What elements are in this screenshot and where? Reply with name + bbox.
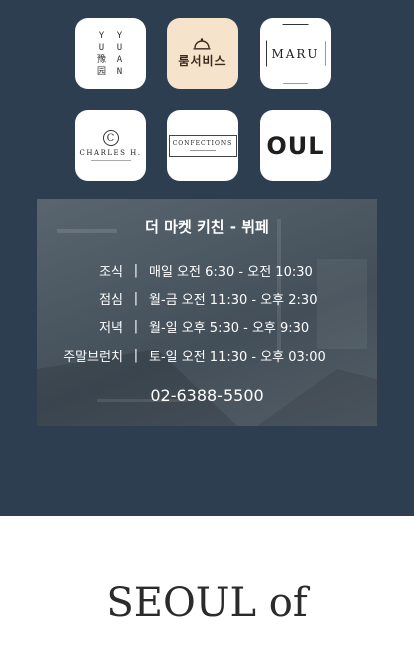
yuyuan-logo-char: N — [116, 66, 123, 77]
maru-label: MARU — [271, 46, 320, 61]
separator: | — [133, 291, 139, 306]
meal-label: 점심 — [99, 293, 123, 308]
yuyuan-logo-char: A — [116, 54, 123, 65]
yuyuan-logo-char: U — [98, 42, 105, 53]
oul-label: OUL — [266, 131, 325, 160]
meal-label: 주말브런치 — [63, 350, 123, 365]
yuyuan-logo-char: Y — [98, 30, 105, 41]
room-service-label: 룸서비스 — [178, 54, 227, 68]
phone-number[interactable]: 02-6388-5500 — [37, 386, 377, 405]
maru-logo-tile[interactable]: MARU — [260, 18, 331, 89]
meal-time: 토-일 오전 11:30 - 오후 03:00 — [149, 350, 326, 365]
charles-h-logo-tile[interactable]: C CHARLES H. — [75, 110, 146, 181]
meal-time: 매일 오전 6:30 - 오전 10:30 — [149, 265, 313, 280]
yuyuan-logo: Y Y U U 豫 A 园 N — [95, 30, 127, 78]
room-service-logo: 룸서비스 — [178, 38, 226, 69]
cloche-icon — [193, 38, 211, 50]
meal-label: 저녁 — [99, 321, 123, 336]
yuyuan-logo-char: 豫 — [96, 54, 106, 65]
yuyuan-logo-char: U — [116, 42, 123, 53]
yuyuan-logo-char: 园 — [96, 66, 106, 77]
charles-h-logo: C CHARLES H. — [80, 130, 142, 161]
confections-label: CONFECTIONS — [172, 140, 233, 147]
separator: | — [133, 263, 139, 278]
market-kitchen-card[interactable]: 더 마켓 키친 - 뷔페 조식 | 매일 오전 6:30 - 오전 10:30 … — [37, 199, 377, 426]
separator: | — [133, 348, 139, 363]
yuyuan-logo-char: Y — [116, 30, 123, 41]
confections-underline — [189, 150, 216, 151]
confections-logo: CONFECTIONS — [168, 134, 237, 157]
maru-logo: MARU — [265, 23, 326, 84]
charles-h-monogram-icon: C — [102, 130, 119, 146]
oul-logo-tile[interactable]: OUL — [260, 110, 331, 181]
hours-row-breakfast: 조식 | 매일 오전 6:30 - 오전 10:30 — [37, 261, 377, 280]
meal-time: 월-일 오후 5:30 - 오후 9:30 — [149, 321, 310, 336]
confections-logo-tile[interactable]: CONFECTIONS — [167, 110, 238, 181]
restaurant-title: 더 마켓 키친 - 뷔페 — [145, 218, 269, 236]
charles-h-label: CHARLES H. — [79, 149, 142, 157]
hours-row-weekend-brunch: 주말브런치 | 토-일 오전 11:30 - 오후 03:00 — [37, 346, 377, 365]
charles-h-underline — [90, 160, 131, 161]
section-heading: SEOUL of — [106, 580, 308, 626]
restaurant-section: Y Y U U 豫 A 园 N 룸서비스 MARU C CHARLES H. C… — [0, 0, 414, 516]
meal-label: 조식 — [99, 265, 123, 280]
room-service-tile[interactable]: 룸서비스 — [167, 18, 238, 89]
yuyuan-logo-tile[interactable]: Y Y U U 豫 A 园 N — [75, 18, 146, 89]
meal-time: 월-금 오전 11:30 - 오후 2:30 — [149, 293, 318, 308]
hours-row-dinner: 저녁 | 월-일 오후 5:30 - 오후 9:30 — [37, 317, 377, 336]
separator: | — [133, 319, 139, 334]
hours-row-lunch: 점심 | 월-금 오전 11:30 - 오후 2:30 — [37, 289, 377, 308]
